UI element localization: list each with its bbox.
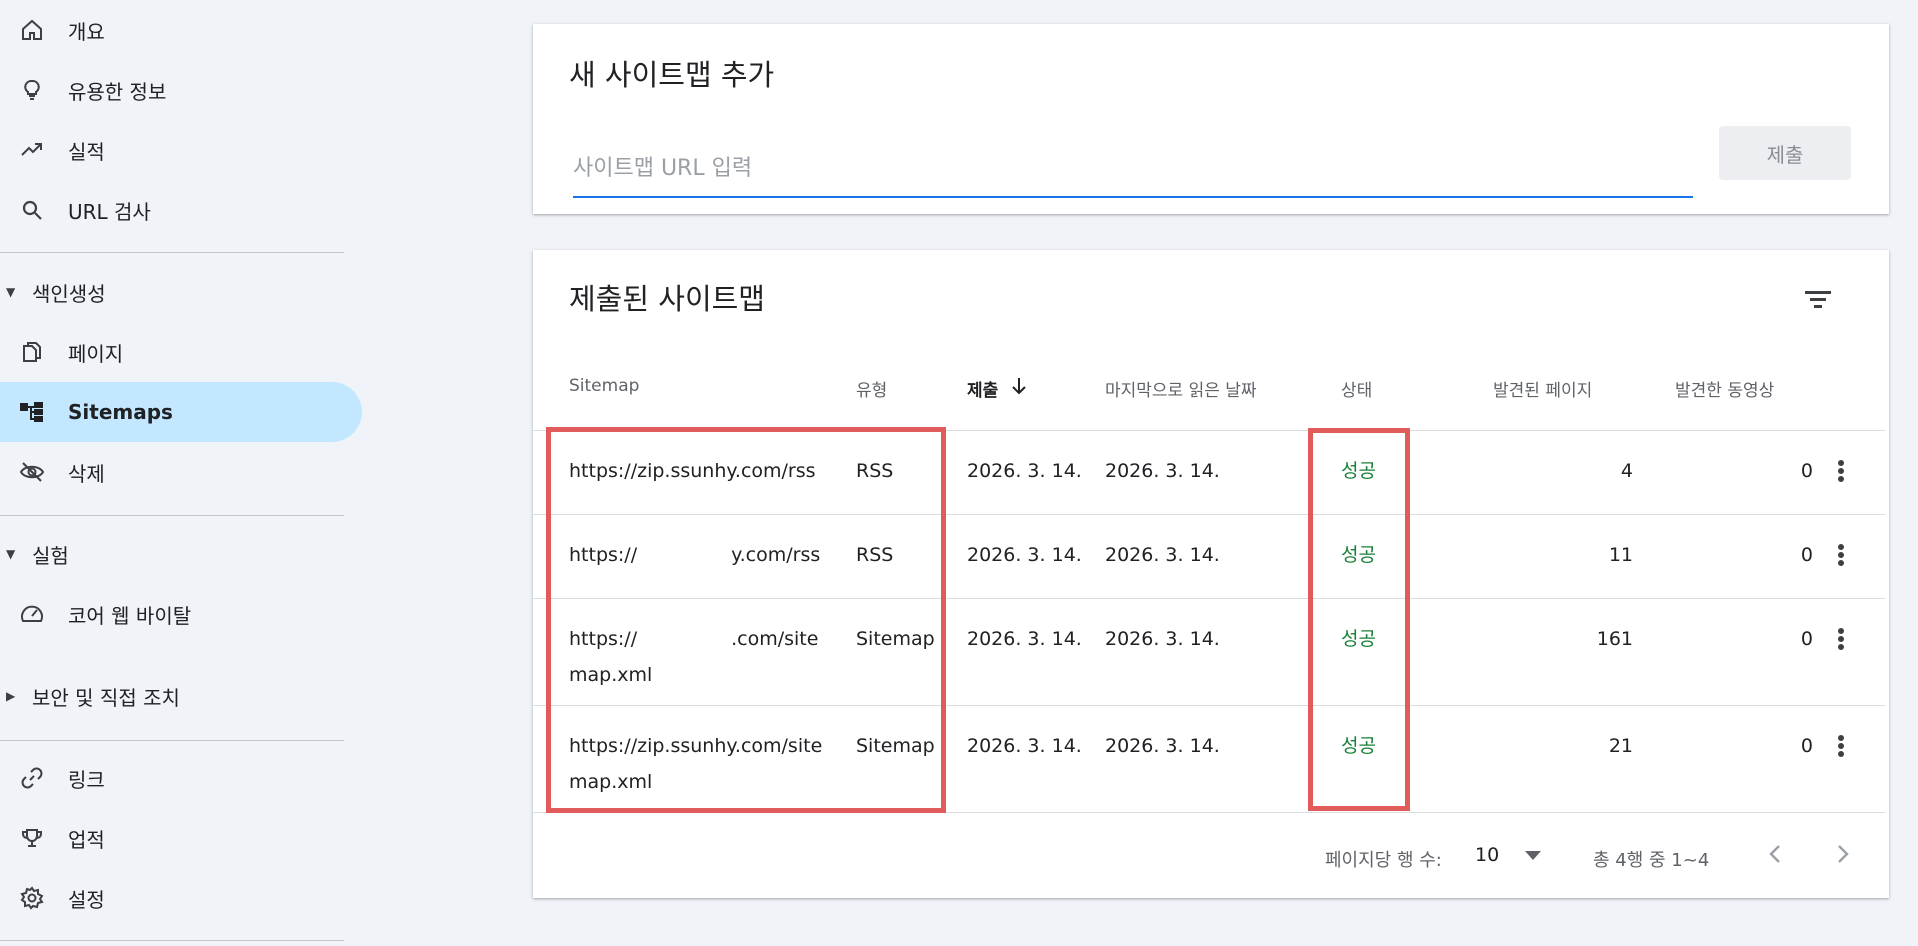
- discovered-pages: 21: [1608, 735, 1633, 757]
- column-header-type[interactable]: 유형: [856, 376, 887, 401]
- last-read-date: 2026. 3. 14.: [1105, 544, 1220, 566]
- more-vert-icon[interactable]: [1827, 625, 1855, 653]
- section-label: 실험: [32, 543, 69, 568]
- discovered-pages: 161: [1596, 628, 1633, 650]
- last-read-date: 2026. 3. 14.: [1105, 628, 1220, 650]
- sidebar-item-settings[interactable]: 설정: [0, 868, 362, 928]
- section-label: 보안 및 직접 조치: [32, 685, 180, 710]
- search-icon: [18, 196, 46, 224]
- sidebar-item-performance[interactable]: 실적: [0, 120, 362, 180]
- trophy-icon: [18, 824, 46, 852]
- sidebar-divider: [0, 515, 344, 516]
- pages-icon: [18, 338, 46, 366]
- arrow-down-icon: [1010, 376, 1028, 401]
- submitted-date: 2026. 3. 14.: [967, 628, 1082, 650]
- submit-button[interactable]: 제출: [1719, 126, 1851, 180]
- sidebar-item-links[interactable]: 링크: [0, 748, 362, 808]
- sidebar-item-label: 삭제: [68, 461, 105, 486]
- more-vert-icon[interactable]: [1827, 457, 1855, 485]
- last-read-date: 2026. 3. 14.: [1105, 460, 1220, 482]
- discovered-videos: 0: [1800, 735, 1813, 757]
- sidebar-divider: [0, 940, 344, 941]
- sidebar-item-url-inspection[interactable]: URL 검사: [0, 180, 362, 240]
- discovered-videos: 0: [1800, 460, 1813, 482]
- chevron-left-icon[interactable]: [1765, 842, 1785, 870]
- lightbulb-icon: [18, 76, 46, 104]
- pagination-range: 총 4행 중 1~4: [1593, 850, 1710, 871]
- highlight-box-status: [1308, 428, 1410, 811]
- link-icon: [18, 764, 46, 792]
- column-header-last-read[interactable]: 마지막으로 읽은 날짜: [1105, 376, 1257, 401]
- sidebar-item-achievements[interactable]: 업적: [0, 808, 362, 868]
- sidebar-item-overview[interactable]: 개요: [0, 0, 362, 60]
- discovered-pages: 11: [1608, 544, 1633, 566]
- filter-icon[interactable]: [1801, 282, 1835, 316]
- trending-up-icon: [18, 136, 46, 164]
- sidebar-item-pages[interactable]: 페이지: [0, 322, 362, 382]
- column-header-status[interactable]: 상태: [1341, 376, 1372, 401]
- section-toggle-experiments[interactable]: ▼ 실험: [0, 534, 350, 574]
- sidebar-item-label: 페이지: [68, 341, 124, 366]
- rows-per-page-select[interactable]: 10: [1475, 844, 1542, 866]
- visibility-off-icon: [18, 458, 46, 486]
- sidebar-item-label: 코어 웹 바이탈: [68, 603, 192, 628]
- submitted-date: 2026. 3. 14.: [967, 460, 1082, 482]
- caret-right-icon: ▶: [6, 689, 16, 703]
- column-header-discovered-videos[interactable]: 발견한 동영상: [1675, 376, 1774, 401]
- sitemap-url-input[interactable]: [573, 140, 1693, 198]
- rows-per-page-value: 10: [1475, 844, 1500, 866]
- rows-per-page-label: 페이지당 행 수:: [1325, 850, 1442, 871]
- sidebar-item-label: 설정: [68, 887, 105, 912]
- sidebar: 개요 유용한 정보 실적 URL 검사 ▼ 색인생성 페이지 Sitemaps: [0, 0, 362, 946]
- submitted-date: 2026. 3. 14.: [967, 544, 1082, 566]
- dropdown-arrow-icon: [1525, 846, 1542, 865]
- column-header-submitted[interactable]: 제출: [967, 376, 1028, 401]
- caret-down-icon: ▼: [6, 547, 16, 561]
- discovered-videos: 0: [1800, 544, 1813, 566]
- gear-icon: [18, 884, 46, 912]
- column-header-label: 제출: [967, 381, 999, 401]
- add-sitemap-card: 새 사이트맵 추가 제출: [533, 24, 1889, 214]
- sidebar-item-label: 링크: [68, 767, 105, 792]
- sidebar-item-label: URL 검사: [68, 199, 151, 224]
- sidebar-item-insights[interactable]: 유용한 정보: [0, 60, 362, 120]
- submitted-sitemaps-title: 제출된 사이트맵: [569, 282, 765, 316]
- sidebar-divider: [0, 252, 344, 253]
- more-vert-icon[interactable]: [1827, 541, 1855, 569]
- sidebar-item-label: 실적: [68, 139, 105, 164]
- section-toggle-indexing[interactable]: ▼ 색인생성: [0, 272, 350, 312]
- sidebar-item-label: 업적: [68, 827, 105, 852]
- column-header-discovered-pages[interactable]: 발견된 페이지: [1493, 376, 1592, 401]
- sidebar-divider: [0, 740, 344, 741]
- sidebar-item-label: 개요: [68, 19, 105, 44]
- sidebar-item-sitemaps[interactable]: Sitemaps: [0, 382, 362, 442]
- submitted-date: 2026. 3. 14.: [967, 735, 1082, 757]
- sidebar-item-removals[interactable]: 삭제: [0, 442, 362, 502]
- more-vert-icon[interactable]: [1827, 732, 1855, 760]
- add-sitemap-title: 새 사이트맵 추가: [569, 58, 775, 92]
- sitemap-icon: [18, 398, 46, 426]
- caret-down-icon: ▼: [6, 285, 16, 299]
- discovered-pages: 4: [1620, 460, 1633, 482]
- last-read-date: 2026. 3. 14.: [1105, 735, 1220, 757]
- sidebar-item-core-web-vitals[interactable]: 코어 웹 바이탈: [0, 584, 362, 644]
- sidebar-item-label: Sitemaps: [68, 400, 173, 424]
- speed-gauge-icon: [18, 600, 46, 628]
- section-toggle-security[interactable]: ▶ 보안 및 직접 조치: [0, 676, 350, 716]
- column-header-sitemap[interactable]: Sitemap: [569, 376, 639, 396]
- home-icon: [18, 16, 46, 44]
- chevron-right-icon[interactable]: [1833, 842, 1853, 870]
- highlight-box-sitemap-type: [546, 427, 946, 813]
- discovered-videos: 0: [1800, 628, 1813, 650]
- section-label: 색인생성: [32, 281, 106, 306]
- sidebar-item-label: 유용한 정보: [68, 79, 167, 104]
